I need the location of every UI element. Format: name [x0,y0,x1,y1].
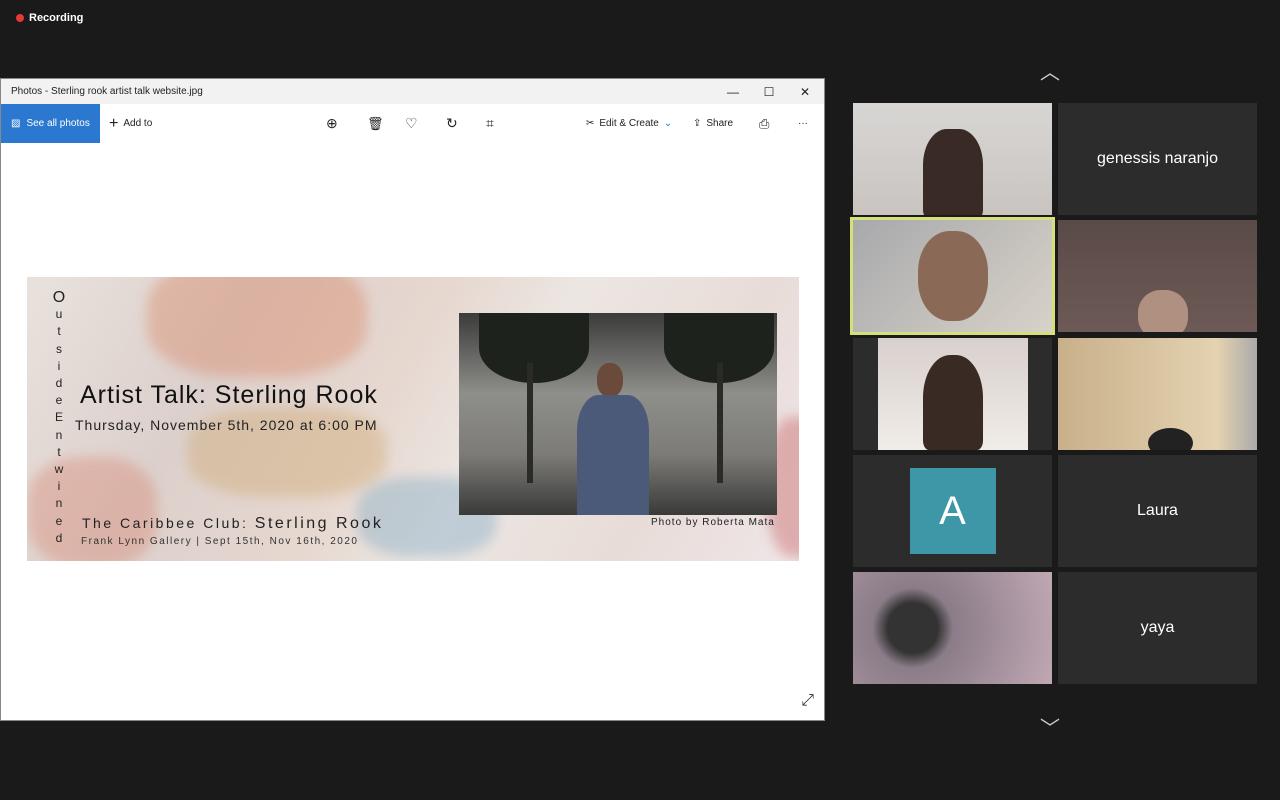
photo-icon: ▨ [11,118,21,129]
record-dot-icon [16,14,24,22]
vertical-letter: n [55,496,63,511]
fullscreen-icon[interactable]: ⤢ [801,692,814,710]
scroll-up-chevron-icon[interactable]: ︿ [1040,56,1060,85]
poster-image: OutsideEntwined Artist Talk: Sterling Ro… [27,277,799,561]
participant-tile[interactable]: genessis naranjo [1058,103,1257,215]
bg-blob [147,277,367,377]
vertical-letter: n [55,427,63,442]
person-silhouette [922,129,983,215]
vertical-letter: e [55,393,63,408]
edit-create-button[interactable]: ✂ Edit & Create ⌄ [586,104,672,143]
participant-tile[interactable]: A [853,455,1052,567]
print-icon[interactable]: ⎙ [759,104,769,143]
add-to-button[interactable]: + Add to [109,104,152,143]
share-button[interactable]: ⇪ Share [693,104,733,143]
vertical-letter: w [54,462,64,477]
gallery-info: Frank Lynn Gallery | Sept 15th, Nov 16th… [81,536,359,547]
maximize-button[interactable]: ☐ [751,79,787,104]
toolbar: ▨ See all photos + Add to ⊕ 🗑 ♡ ↻ ⌗ ✂ Edit … [1,104,824,143]
recording-label: Recording [29,12,84,24]
plus-icon: + [109,114,119,132]
video-frame [877,338,1028,450]
share-icon: ⇪ [693,118,702,129]
photos-window: Photos - Sterling rook artist talk websi… [0,78,825,721]
participant-name: yaya [1140,619,1175,636]
share-label: Share [706,118,734,129]
vertical-letter: s [56,341,62,356]
palm-tree [479,313,589,383]
minimize-button[interactable]: — [715,79,751,104]
vertical-letter: i [57,479,61,494]
person-head [597,363,623,397]
rotate-icon[interactable]: ↻ [446,104,458,143]
artist-photo [459,313,777,515]
participant-tile[interactable]: yaya [1058,572,1257,684]
photo-credit: Photo by Roberta Mata [651,517,775,528]
title-bar: Photos - Sterling rook artist talk websi… [1,79,824,104]
participant-video[interactable] [1058,220,1257,332]
more-button[interactable]: ··· [798,104,808,143]
person-silhouette [917,231,988,321]
window-title: Photos - Sterling rook artist talk websi… [11,86,203,97]
participant-name: Laura [1137,502,1178,519]
vertical-letter: t [57,324,61,339]
vertical-letter: i [57,358,61,373]
active-speaker-video[interactable] [850,217,1055,335]
chevron-down-icon: ⌄ [663,118,673,129]
crop-icon[interactable]: ⌗ [486,104,494,143]
poster-datetime: Thursday, November 5th, 2020 at 6:00 PM [75,417,378,433]
recording-indicator: Recording [16,12,83,24]
scroll-down-chevron-icon[interactable]: ﹀ [1040,712,1060,741]
person-silhouette [1148,428,1193,450]
participant-tile[interactable]: Laura [1058,455,1257,567]
exhibit-artist: Sterling Rook [254,515,384,532]
avatar-initial: A [939,488,966,533]
vertical-letter: O [52,289,66,306]
delete-icon[interactable]: 🗑 [367,104,384,143]
add-to-label: Add to [123,118,153,129]
palm-trunk [527,363,533,483]
see-all-label: See all photos [26,118,90,129]
exhibit-title: The Caribbee Club: Sterling Rook [82,515,383,533]
participant-name: genessis naranjo [1097,150,1218,167]
zoom-icon[interactable]: ⊕ [326,104,338,143]
edit-icon: ✂ [586,118,595,129]
person-silhouette [922,355,983,450]
participant-video[interactable] [853,338,1052,450]
person-body [577,395,649,515]
vertical-letter: d [55,530,63,545]
person-silhouette [1138,290,1188,332]
vertical-letter: d [55,376,63,391]
participant-video[interactable] [1058,338,1257,450]
close-button[interactable]: ✕ [787,79,823,104]
participant-video[interactable] [853,572,1052,684]
palm-trunk [717,363,723,483]
edit-create-label: Edit & Create [599,118,659,129]
see-all-photos-button[interactable]: ▨ See all photos [1,104,100,143]
vertical-letter: u [55,307,63,322]
participant-video[interactable] [853,103,1052,215]
vertical-letter: e [55,513,63,528]
exhibit-prefix: The Caribbee Club: [82,515,255,531]
vertical-letter: t [57,444,61,459]
avatar: A [909,468,996,554]
vertical-letter: E [54,410,63,425]
vertical-title: OutsideEntwined [51,289,67,547]
heart-icon[interactable]: ♡ [405,104,418,143]
poster-title: Artist Talk: Sterling Rook [80,381,378,409]
